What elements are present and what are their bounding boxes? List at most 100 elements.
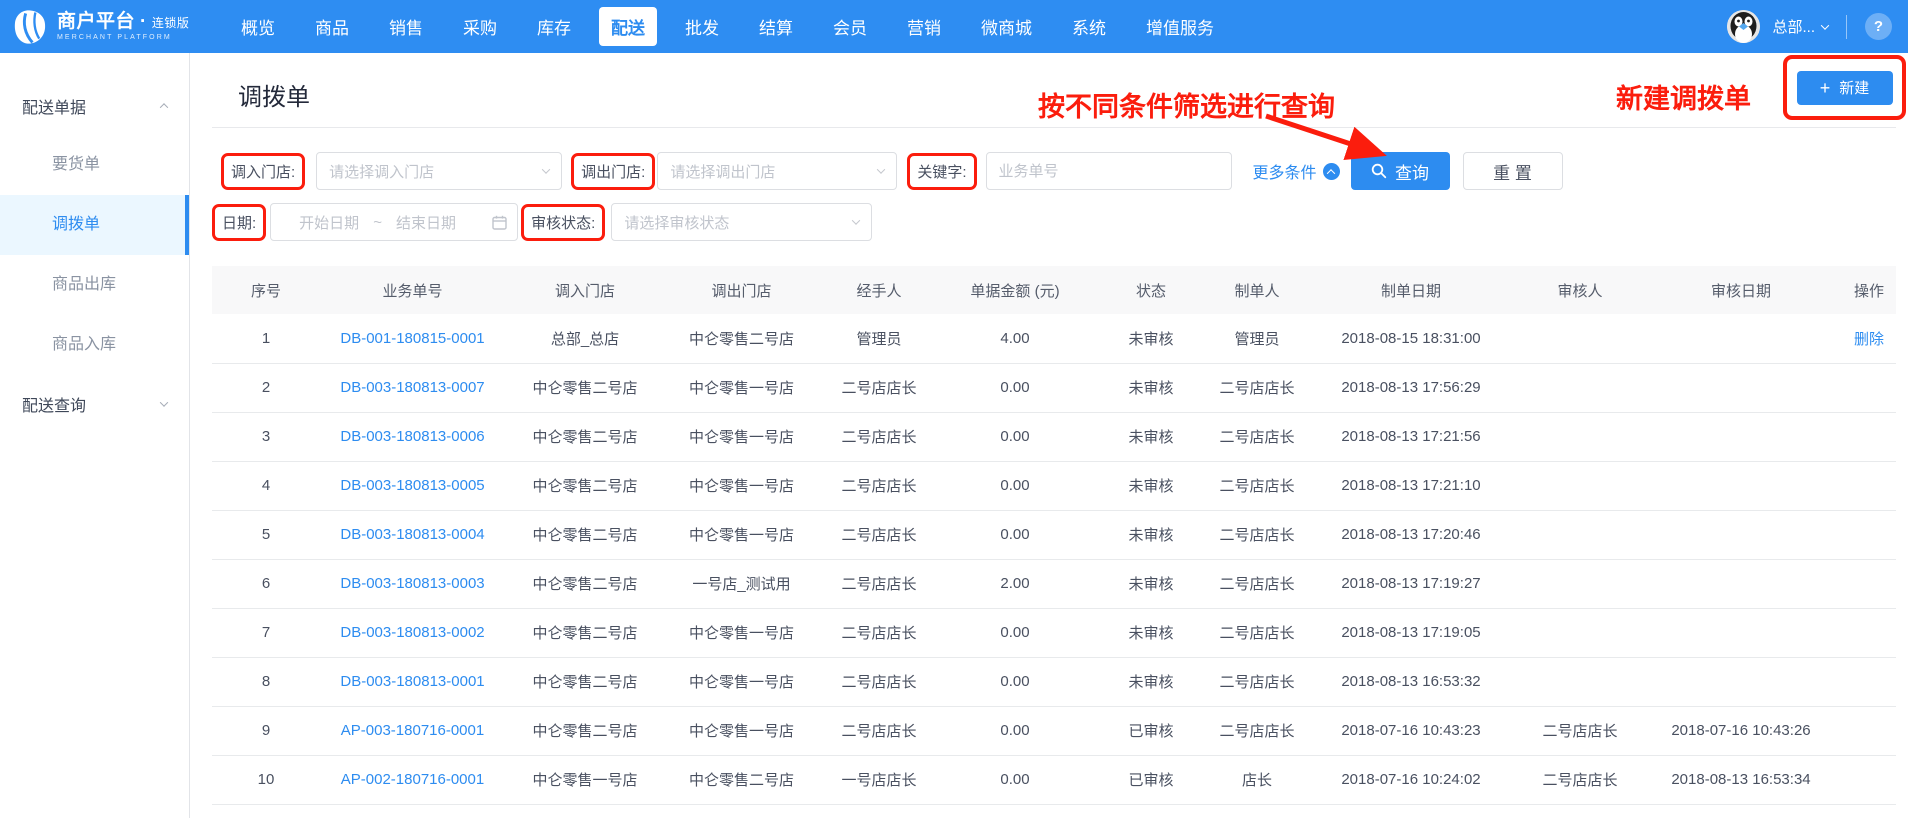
cell-store-out: 中仑零售一号店 xyxy=(665,363,818,413)
nav-item[interactable]: 批发 xyxy=(673,7,731,46)
nav-item[interactable]: 增值服务 xyxy=(1134,7,1226,46)
brand-title: 商户平台 xyxy=(57,10,136,32)
cell-handler: 二号店店长 xyxy=(818,706,940,756)
sidebar-item-request-order[interactable]: 要货单 xyxy=(0,135,189,195)
table-row: 7 DB-003-180813-0002 中仑零售二号店 中仑零售一号店 二号店… xyxy=(212,608,1896,658)
nav-item[interactable]: 会员 xyxy=(821,7,879,46)
order-no-link[interactable]: DB-003-180813-0006 xyxy=(340,428,484,445)
column-header: 制单人 xyxy=(1212,266,1302,314)
cell-handler: 二号店店长 xyxy=(818,657,940,707)
nav-item[interactable]: 采购 xyxy=(451,7,509,46)
store-out-placeholder: 请选择调出门店 xyxy=(670,163,776,181)
cell-audited-at xyxy=(1640,412,1842,462)
cell-auditor xyxy=(1520,363,1640,413)
cell-index: 3 xyxy=(212,412,320,462)
order-no-link[interactable]: DB-003-180813-0003 xyxy=(340,575,484,592)
sidebar-item-goods-outbound[interactable]: 商品出库 xyxy=(0,255,189,315)
cell-index: 5 xyxy=(212,510,320,560)
create-button-label: 新建 xyxy=(1839,80,1870,97)
delete-link[interactable]: 删除 xyxy=(1854,331,1884,348)
column-header: 操作 xyxy=(1842,266,1896,314)
nav-item[interactable]: 营销 xyxy=(895,7,953,46)
audit-status-label: 审核状态: xyxy=(521,203,606,241)
cell-audited-at xyxy=(1640,608,1842,658)
cell-amount: 4.00 xyxy=(940,314,1090,364)
sidebar-group-label: 配送查询 xyxy=(22,398,87,415)
order-no-link[interactable]: DB-001-180815-0001 xyxy=(340,330,484,347)
table-row: 8 DB-003-180813-0001 中仑零售二号店 中仑零售一号店 二号店… xyxy=(212,657,1896,707)
store-in-select[interactable]: 请选择调入门店 xyxy=(316,152,563,190)
cell-handler: 二号店店长 xyxy=(818,412,940,462)
sidebar-item-transfer-order[interactable]: 调拨单 xyxy=(0,195,189,255)
cell-created-at: 2018-08-13 17:19:27 xyxy=(1302,559,1520,609)
cell-amount: 0.00 xyxy=(940,657,1090,707)
column-header: 序号 xyxy=(212,266,320,314)
column-header: 单据金额 (元) xyxy=(940,266,1090,314)
collapse-circle-icon xyxy=(1322,162,1340,180)
cell-action xyxy=(1842,510,1896,560)
search-icon xyxy=(1371,163,1387,179)
search-button[interactable]: 查询 xyxy=(1350,152,1450,190)
help-button[interactable]: ? xyxy=(1865,13,1892,40)
reset-button[interactable]: 重 置 xyxy=(1462,152,1563,190)
create-button[interactable]: + 新建 xyxy=(1796,70,1893,105)
more-conditions-link[interactable]: 更多条件 xyxy=(1253,159,1340,183)
nav-item[interactable]: 概览 xyxy=(229,7,287,46)
nav-item[interactable]: 商品 xyxy=(303,7,361,46)
user-avatar[interactable] xyxy=(1727,10,1761,43)
keyword-input[interactable] xyxy=(985,152,1232,190)
cell-auditor: 二号店店长 xyxy=(1520,706,1640,756)
nav-item[interactable]: 销售 xyxy=(377,7,435,46)
page-header: 调拨单 按不同条件筛选进行查询 新建调拨单 + 新建 xyxy=(212,53,1906,160)
cell-auditor xyxy=(1520,559,1640,609)
cell-amount: 0.00 xyxy=(940,755,1090,805)
cell-store-in: 中仑零售二号店 xyxy=(505,363,665,413)
filter-panel: 调入门店: 请选择调入门店 调出门店: 请选择调出门店 关键字: 更多条件 xyxy=(212,128,1896,241)
audit-status-select[interactable]: 请选择审核状态 xyxy=(611,203,873,241)
cell-audited-at xyxy=(1640,657,1842,707)
order-no-link[interactable]: DB-003-180813-0002 xyxy=(340,624,484,641)
nav-item[interactable]: 库存 xyxy=(525,7,583,46)
cell-order-no: DB-003-180813-0003 xyxy=(320,559,505,609)
column-header: 经手人 xyxy=(818,266,940,314)
order-no-link[interactable]: DB-003-180813-0005 xyxy=(340,477,484,494)
nav-item[interactable]: 微商城 xyxy=(969,7,1044,46)
order-no-link[interactable]: DB-003-180813-0004 xyxy=(340,526,484,543)
date-range-input[interactable]: 开始日期 ~ 结束日期 xyxy=(270,203,519,241)
sidebar-group-delivery-query[interactable]: 配送查询 xyxy=(0,375,189,433)
cell-audited-at xyxy=(1640,559,1842,609)
annotation-red-box: + 新建 xyxy=(1783,55,1906,120)
cell-store-out: 一号店_测试用 xyxy=(665,559,818,609)
order-no-link[interactable]: DB-003-180813-0001 xyxy=(340,673,484,690)
sidebar-group-delivery-orders[interactable]: 配送单据 xyxy=(0,77,189,135)
order-no-link[interactable]: DB-003-180813-0007 xyxy=(340,379,484,396)
date-start-placeholder: 开始日期 xyxy=(299,214,360,232)
nav-item[interactable]: 系统 xyxy=(1060,7,1118,46)
cell-action xyxy=(1842,412,1896,462)
cell-store-out: 中仑零售二号店 xyxy=(665,314,818,364)
store-out-select[interactable]: 请选择调出门店 xyxy=(657,152,898,190)
cell-store-in: 中仑零售二号店 xyxy=(505,608,665,658)
cell-action xyxy=(1842,461,1896,511)
store-in-label: 调入门店: xyxy=(221,152,306,190)
table-row: 3 DB-003-180813-0006 中仑零售二号店 中仑零售一号店 二号店… xyxy=(212,412,1896,462)
order-no-link[interactable]: AP-002-180716-0001 xyxy=(341,771,484,788)
annotation-filter-note: 按不同条件筛选进行查询 xyxy=(1038,92,1335,122)
nav-item[interactable]: 配送 xyxy=(599,7,657,46)
cell-created-at: 2018-08-13 17:21:56 xyxy=(1302,412,1520,462)
order-no-link[interactable]: AP-003-180716-0001 xyxy=(341,722,484,739)
cell-status: 未审核 xyxy=(1090,461,1212,511)
sidebar-item-goods-inbound[interactable]: 商品入库 xyxy=(0,315,189,375)
chevron-down-icon[interactable] xyxy=(1820,20,1830,30)
cell-action xyxy=(1842,657,1896,707)
cell-audited-at xyxy=(1640,363,1842,413)
cell-status: 未审核 xyxy=(1090,363,1212,413)
main-nav: 概览 商品 销售 采购 库存 配送 批发 结算 会员 营销 微商城 系统 增值服… xyxy=(221,0,1234,53)
cell-order-no: DB-003-180813-0006 xyxy=(320,412,505,462)
nav-item[interactable]: 结算 xyxy=(747,7,805,46)
cell-auditor xyxy=(1520,510,1640,560)
cell-handler: 二号店店长 xyxy=(818,608,940,658)
cell-index: 2 xyxy=(212,363,320,413)
user-name[interactable]: 总部... xyxy=(1772,16,1815,37)
table-row: 9 AP-003-180716-0001 中仑零售二号店 中仑零售一号店 二号店… xyxy=(212,706,1896,756)
